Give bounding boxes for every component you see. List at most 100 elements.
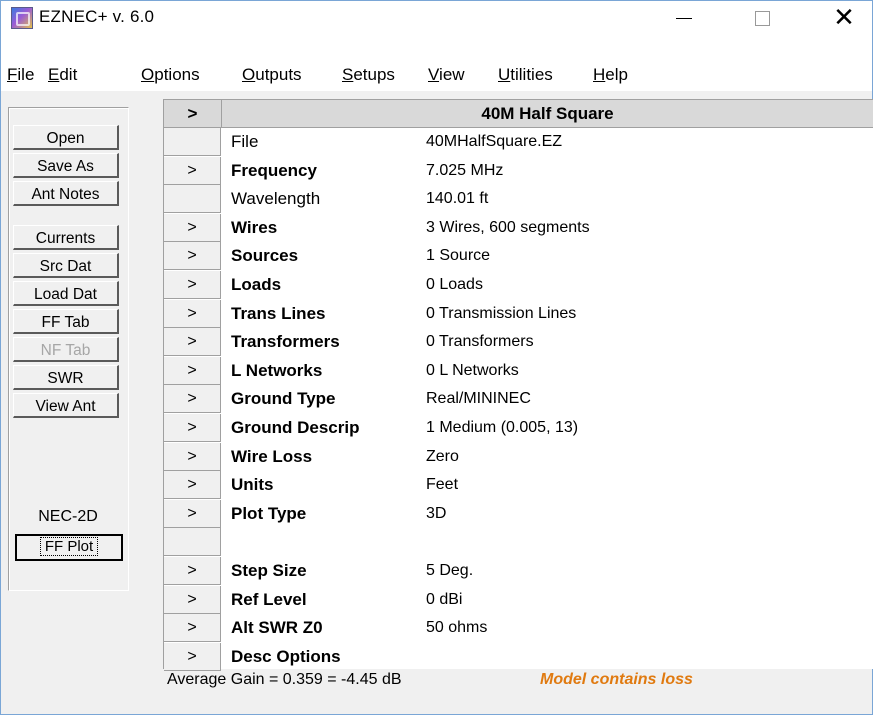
title-edit-button[interactable]: >	[164, 100, 222, 127]
menu-edit[interactable]: Edit	[48, 65, 77, 85]
minimize-button[interactable]	[661, 1, 707, 33]
row-label[interactable]: Units	[231, 471, 274, 499]
row-label[interactable]: Frequency	[231, 157, 317, 185]
row-label[interactable]: Ground Descrip	[231, 414, 359, 442]
swr-button[interactable]: SWR	[13, 365, 119, 390]
grid-row: > Wires 3 Wires, 600 segments	[164, 213, 873, 242]
row-label[interactable]: Ground Type	[231, 385, 336, 413]
row-edit-button[interactable]: >	[164, 356, 221, 385]
row-edit-button[interactable]: >	[164, 499, 221, 528]
grid-row: > Ref Level 0 dBi	[164, 585, 873, 614]
model-loss-warning: Model contains loss	[540, 671, 693, 688]
open-button[interactable]: Open	[13, 125, 119, 150]
grid-row: > Transformers 0 Transformers	[164, 328, 873, 357]
src-dat-button[interactable]: Src Dat	[13, 253, 119, 278]
menu-outputs[interactable]: Outputs	[242, 65, 302, 85]
close-button[interactable]: ✕	[821, 1, 867, 33]
row-label[interactable]: Wires	[231, 214, 277, 242]
eznec-app-icon[interactable]	[11, 7, 33, 29]
row-label[interactable]: Alt SWR Z0	[231, 614, 323, 642]
nf-tab-button[interactable]: NF Tab	[13, 337, 119, 362]
row-value[interactable]: 1 Source	[426, 242, 490, 270]
row-label[interactable]: Ref Level	[231, 586, 307, 614]
close-icon: ✕	[833, 2, 855, 32]
grid-header: > 40M Half Square	[164, 100, 873, 128]
row-value[interactable]: 7.025 MHz	[426, 157, 503, 185]
menu-help[interactable]: Help	[593, 65, 628, 85]
maximize-button[interactable]	[739, 1, 785, 33]
ant-notes-button[interactable]: Ant Notes	[13, 181, 119, 206]
row-label[interactable]: Step Size	[231, 557, 307, 585]
row-edit-button[interactable]: >	[164, 156, 221, 185]
row-value[interactable]: 0 Transformers	[426, 328, 534, 356]
row-value[interactable]: Zero	[426, 443, 459, 471]
ff-tab-button[interactable]: FF Tab	[13, 309, 119, 334]
row-edit-button[interactable]: >	[164, 614, 221, 643]
grid-row: > Units Feet	[164, 471, 873, 500]
row-label[interactable]: File	[231, 128, 258, 156]
row-edit-button[interactable]: >	[164, 271, 221, 299]
ff-plot-button-label: FF Plot	[39, 537, 99, 556]
row-edit-button[interactable]: >	[164, 242, 221, 271]
row-value[interactable]: 1 Medium (0.005, 13)	[426, 414, 578, 442]
grid-row: > Alt SWR Z0 50 ohms	[164, 614, 873, 643]
row-edit-button[interactable]: >	[164, 471, 221, 500]
row-edit-button[interactable]: >	[164, 385, 221, 414]
row-edit-button[interactable]: >	[164, 442, 221, 471]
row-label[interactable]: Transformers	[231, 328, 340, 356]
row-edit-button[interactable]: >	[164, 557, 221, 585]
menu-view[interactable]: View	[428, 65, 465, 85]
currents-button[interactable]: Currents	[13, 225, 119, 250]
grid-row: > Desc Options	[164, 642, 873, 671]
load-dat-button[interactable]: Load Dat	[13, 281, 119, 306]
row-value[interactable]: 0 Loads	[426, 271, 483, 299]
row-edit-button[interactable]: >	[164, 585, 221, 614]
row-label[interactable]: Wire Loss	[231, 443, 312, 471]
grid-row: > Loads 0 Loads	[164, 271, 873, 299]
row-label[interactable]: L Networks	[231, 357, 322, 385]
row-label[interactable]: Wavelength	[231, 185, 320, 213]
row-value[interactable]: 0 L Networks	[426, 357, 519, 385]
row-label[interactable]: Plot Type	[231, 500, 306, 528]
row-edit-button[interactable]: >	[164, 299, 221, 328]
row-value[interactable]: 5 Deg.	[426, 557, 473, 585]
menu-file[interactable]: File	[7, 65, 34, 85]
grid-row: > Trans Lines 0 Transmission Lines	[164, 299, 873, 328]
menu-utilities[interactable]: Utilities	[498, 65, 553, 85]
row-edit-button[interactable]: >	[164, 328, 221, 357]
row-value[interactable]: 3D	[426, 500, 446, 528]
grid-row: > Ground Descrip 1 Medium (0.005, 13)	[164, 414, 873, 442]
nec-engine-label: NEC-2D	[38, 508, 98, 525]
row-value[interactable]: 140.01 ft	[426, 185, 488, 213]
row-edit-button[interactable]: >	[164, 642, 221, 671]
menu-setups[interactable]: Setups	[342, 65, 395, 85]
antenna-title[interactable]: 40M Half Square	[222, 100, 873, 127]
title-bar[interactable]: EZNEC+ v. 6.0 ✕	[1, 1, 872, 33]
row-edit-button[interactable]: >	[164, 213, 221, 242]
row-label[interactable]: Sources	[231, 242, 298, 270]
row-edit-button	[164, 128, 221, 156]
grid-row: > Ground Type Real/MININEC	[164, 385, 873, 414]
row-value[interactable]: Feet	[426, 471, 458, 499]
row-value[interactable]: Real/MININEC	[426, 385, 531, 413]
grid-row: Wavelength 140.01 ft	[164, 185, 873, 214]
row-label[interactable]: Trans Lines	[231, 300, 325, 328]
row-value[interactable]: 3 Wires, 600 segments	[426, 214, 590, 242]
row-label[interactable]: Desc Options	[231, 643, 341, 671]
save-as-button[interactable]: Save As	[13, 153, 119, 178]
row-value[interactable]: 0 Transmission Lines	[426, 300, 576, 328]
grid-row: > Wire Loss Zero	[164, 442, 873, 471]
antenna-data-grid: > 40M Half Square File 40MHalfSquare.EZ > F…	[163, 99, 873, 671]
row-edit-button[interactable]: >	[164, 414, 221, 442]
row-value[interactable]: 40MHalfSquare.EZ	[426, 128, 562, 156]
row-edit-button	[164, 528, 221, 557]
grid-row: > Sources 1 Source	[164, 242, 873, 271]
ff-plot-button[interactable]: FF Plot	[15, 534, 123, 561]
minimize-icon	[676, 17, 692, 19]
row-label[interactable]: Loads	[231, 271, 281, 299]
menu-options[interactable]: Options	[141, 65, 200, 85]
row-value[interactable]: 0 dBi	[426, 586, 462, 614]
view-ant-button[interactable]: View Ant	[13, 393, 119, 418]
row-value[interactable]: 50 ohms	[426, 614, 487, 642]
grid-row: > Frequency 7.025 MHz	[164, 156, 873, 185]
